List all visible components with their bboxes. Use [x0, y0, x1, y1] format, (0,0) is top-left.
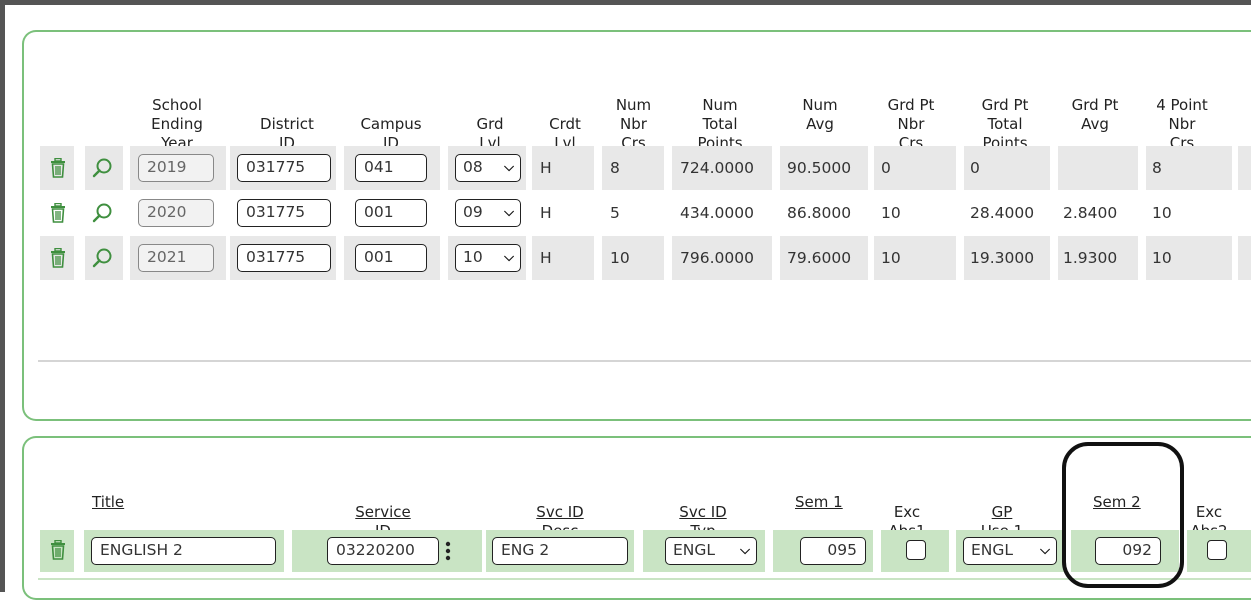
district-id-input[interactable]: 031775: [237, 154, 331, 182]
num-avg-value: 79.6000: [787, 249, 852, 267]
chevron-down-icon: ⌵: [740, 543, 750, 558]
chevron-down-icon: ⌵: [504, 160, 514, 175]
gp-use-1-value: ENGL: [971, 541, 1014, 559]
sem-2-highlight-annotation: [1062, 442, 1184, 588]
sem-1-input[interactable]: 095: [800, 537, 866, 565]
grade-level-value: 10: [463, 248, 483, 266]
header-title[interactable]: Title: [92, 493, 124, 512]
row-bg: [1238, 146, 1251, 190]
num-avg-value: 90.5000: [787, 159, 852, 177]
four-point-nbr-crs-value: 10: [1152, 204, 1172, 222]
district-id-input[interactable]: 031775: [237, 244, 331, 272]
window-frame-top: [0, 0, 1251, 5]
four-point-nbr-crs-value: 10: [1152, 249, 1172, 267]
magnifier-icon[interactable]: [92, 157, 114, 183]
grd-pt-total-points-value: 0: [970, 159, 980, 177]
school-year-input[interactable]: 2019: [138, 154, 214, 182]
service-id-input[interactable]: 03220200: [327, 537, 439, 565]
svc-id-typ-select[interactable]: ENGL ⌵: [665, 537, 757, 565]
trash-icon[interactable]: [49, 539, 67, 564]
header-sem-1[interactable]: Sem 1: [795, 493, 843, 512]
chevron-down-icon: ⌵: [504, 250, 514, 265]
grd-pt-avg-value: 1.9300: [1063, 249, 1118, 267]
grade-level-value: 08: [463, 158, 483, 176]
grd-pt-nbr-crs-value: 10: [881, 204, 901, 222]
svc-id-typ-value: ENGL: [673, 541, 716, 559]
credit-level-value: H: [540, 204, 552, 222]
title-input[interactable]: ENGLISH 2: [91, 537, 276, 565]
campus-id-input[interactable]: 041: [355, 154, 427, 182]
header-num-avg: Num Avg: [802, 96, 838, 133]
gp-use-1-select[interactable]: ENGL ⌵: [963, 537, 1057, 565]
chevron-down-icon: ⌵: [504, 205, 514, 220]
num-total-points-value: 434.0000: [680, 204, 754, 222]
district-id-input[interactable]: 031775: [237, 199, 331, 227]
magnifier-icon[interactable]: [92, 202, 114, 228]
table-divider: [38, 360, 1251, 362]
magnifier-icon[interactable]: [92, 247, 114, 273]
trash-icon[interactable]: [49, 157, 67, 182]
chevron-down-icon: ⌵: [1040, 543, 1050, 558]
grd-pt-total-points-value: 19.3000: [970, 249, 1035, 267]
row-bg: [1058, 146, 1138, 190]
school-year-input[interactable]: 2020: [138, 199, 214, 227]
num-nbr-crs-value: 10: [610, 249, 630, 267]
exc-abs2-checkbox[interactable]: [1207, 540, 1227, 560]
num-total-points-value: 724.0000: [680, 159, 754, 177]
exc-abs1-checkbox[interactable]: [906, 540, 926, 560]
grade-level-value: 09: [463, 203, 483, 221]
svc-id-desc-input[interactable]: ENG 2: [492, 537, 628, 565]
window-frame-left: [0, 0, 5, 592]
num-nbr-crs-value: 8: [610, 159, 620, 177]
row-bg: [1238, 236, 1251, 280]
grade-level-select[interactable]: 10 ⌵: [455, 244, 521, 272]
grade-level-select[interactable]: 09 ⌵: [455, 199, 521, 227]
header-grd-pt-avg: Grd Pt Avg: [1071, 96, 1119, 133]
four-point-nbr-crs-value: 8: [1152, 159, 1162, 177]
num-nbr-crs-value: 5: [610, 204, 620, 222]
trash-icon[interactable]: [49, 247, 67, 272]
grade-level-select[interactable]: 08 ⌵: [455, 154, 521, 182]
campus-id-input[interactable]: 001: [355, 199, 427, 227]
credit-level-value: H: [540, 159, 552, 177]
grd-pt-total-points-value: 28.4000: [970, 204, 1035, 222]
trash-icon[interactable]: [49, 202, 67, 227]
school-year-input[interactable]: 2021: [138, 244, 214, 272]
grd-pt-nbr-crs-value: 0: [881, 159, 891, 177]
grd-pt-nbr-crs-value: 10: [881, 249, 901, 267]
vertical-dots-icon[interactable]: [444, 540, 452, 566]
num-avg-value: 86.8000: [787, 204, 852, 222]
credit-level-value: H: [540, 249, 552, 267]
grd-pt-avg-value: 2.8400: [1063, 204, 1118, 222]
num-total-points-value: 796.0000: [680, 249, 754, 267]
campus-id-input[interactable]: 001: [355, 244, 427, 272]
